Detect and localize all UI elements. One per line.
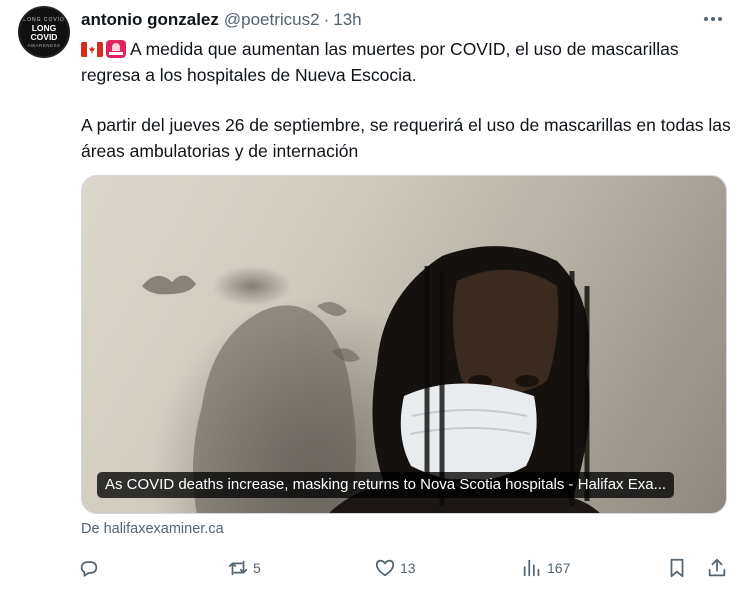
rotating-light-icon: [106, 40, 126, 58]
share-icon: [708, 558, 726, 577]
avatar[interactable]: LONG COVID LONG COVID AWARENESS: [18, 6, 70, 58]
tweet-paragraph-1: A medida que aumentan las muertes por CO…: [81, 36, 731, 88]
tweet-paragraph-1-text: A medida que aumentan las muertes por CO…: [81, 39, 679, 85]
heart-icon: [375, 559, 395, 577]
more-options-icon[interactable]: [700, 8, 726, 30]
reply-icon: [80, 561, 98, 577]
retweet-icon: [228, 560, 248, 576]
link-card[interactable]: As COVID deaths increase, masking return…: [81, 175, 727, 514]
like-button[interactable]: 13: [374, 553, 416, 583]
avatar-label: LONG COVID: [30, 23, 58, 42]
avatar-label-line2: COVID: [30, 31, 58, 42]
avatar-top-text: LONG COVID: [23, 16, 65, 23]
tweet-paragraph-2: A partir del jueves 26 de septiembre, se…: [81, 115, 731, 161]
action-bar: 5 13 167: [78, 553, 738, 583]
retweet-count: 5: [253, 560, 261, 576]
views-button[interactable]: 167: [521, 553, 570, 583]
tweet-header: antonio gonzalez @poetricus2 · 13h: [81, 9, 362, 31]
author-handle[interactable]: @poetricus2: [224, 10, 320, 30]
author-name[interactable]: antonio gonzalez: [81, 10, 219, 30]
tweet-timestamp[interactable]: 13h: [333, 10, 361, 30]
retweet-button[interactable]: 5: [227, 553, 261, 583]
views-count: 167: [547, 560, 571, 576]
share-button[interactable]: [706, 553, 728, 583]
bookmark-icon: [670, 558, 684, 578]
tweet-text: A medida que aumentan las muertes por CO…: [81, 36, 731, 164]
card-caption: As COVID deaths increase, masking return…: [97, 472, 675, 498]
canada-flag-icon: [81, 42, 103, 57]
card-source-link[interactable]: De halifaxexaminer.ca: [81, 521, 224, 537]
card-image: [142, 246, 600, 513]
bookmark-button[interactable]: [666, 553, 688, 583]
separator-dot: ·: [323, 10, 330, 29]
like-count: 13: [400, 560, 416, 576]
reply-button[interactable]: [78, 553, 100, 583]
avatar-bottom-text: AWARENESS: [27, 42, 61, 48]
views-icon: [523, 559, 540, 577]
